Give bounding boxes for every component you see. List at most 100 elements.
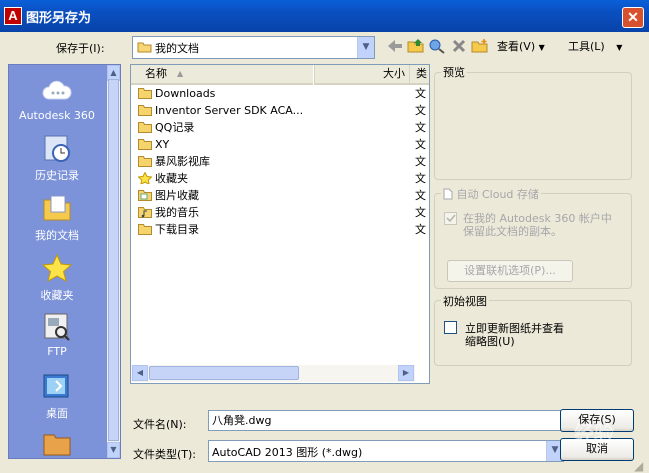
places-scrollbar[interactable]: ▲ ▼	[107, 65, 120, 458]
chevron-down-icon[interactable]: ▼	[357, 37, 374, 58]
file-type: 文	[415, 138, 426, 151]
place-favorites[interactable]: 收藏夹	[9, 251, 105, 303]
places-sidebar: Autodesk 360 历史记录 我的文档 收藏夹 FTP 桌面 ▲ ▼	[8, 64, 121, 459]
update-thumbnail-checkbox[interactable]	[444, 321, 457, 334]
search-web-icon	[429, 39, 445, 54]
file-name: 暴风影视库	[155, 155, 210, 168]
file-row[interactable]: Inventor Server SDK ACA... 文	[131, 102, 426, 119]
save-in-combo[interactable]: 我的文档 ▼	[132, 36, 375, 59]
folder-icon	[138, 224, 152, 235]
horizontal-scrollbar[interactable]: ◀ ▶	[131, 365, 415, 382]
cloud-line-2: 保留此文档的副本。	[463, 225, 562, 238]
cloud-icon	[42, 80, 72, 100]
file-row[interactable]: 收藏夹 文	[131, 170, 426, 187]
filetype-select[interactable]: AutoCAD 2013 图形 (*.dwg) ▼	[208, 440, 564, 462]
file-name: XY	[155, 138, 170, 151]
close-button[interactable]: ✕	[622, 7, 644, 28]
up-folder-icon	[407, 39, 424, 53]
folder-icon	[138, 105, 152, 116]
window-title: 图形另存为	[26, 11, 92, 26]
file-name: 收藏夹	[155, 172, 188, 185]
column-header-size[interactable]: 大小	[314, 65, 409, 85]
folder-icon	[138, 156, 152, 167]
up-one-level-button[interactable]	[406, 36, 426, 56]
initial-view-title: 初始视图	[441, 293, 489, 309]
place-history[interactable]: 历史记录	[9, 131, 105, 183]
delete-button[interactable]	[449, 36, 469, 56]
column-type-label: 类	[416, 67, 427, 80]
file-name: 下载目录	[155, 223, 199, 236]
filename-label: 文件名(N):	[133, 418, 187, 431]
views-label: 查看(V)	[497, 40, 536, 53]
scroll-left-icon[interactable]: ◀	[132, 365, 148, 381]
initial-view-line-2: 缩略图(U)	[465, 335, 515, 348]
places-scroll-thumb[interactable]	[108, 79, 119, 441]
search-web-button[interactable]	[427, 36, 447, 56]
place-label: 历史记录	[35, 169, 79, 182]
file-type: 文	[415, 172, 426, 185]
save-in-label: 保存于(I):	[56, 42, 105, 55]
place-label: Autodesk 360	[19, 109, 95, 122]
file-row[interactable]: XY 文	[131, 136, 426, 153]
place-autodesk-360[interactable]: Autodesk 360	[9, 73, 105, 122]
file-row[interactable]: QQ记录 文	[131, 119, 426, 136]
document-icon	[443, 188, 453, 200]
file-row[interactable]: 图片收藏 文	[131, 187, 426, 204]
checkmark-icon	[446, 214, 456, 223]
scroll-right-icon[interactable]: ▶	[398, 365, 414, 381]
filetype-value: AutoCAD 2013 图形 (*.dwg)	[212, 446, 363, 459]
file-type: 文	[415, 104, 426, 117]
history-icon	[44, 135, 70, 162]
place-extra-folder[interactable]	[9, 427, 105, 458]
music-folder-icon	[138, 207, 152, 218]
cloud-storage-title-text: 自动 Cloud 存储	[456, 188, 539, 201]
place-ftp[interactable]: FTP	[9, 309, 105, 358]
file-type: 文	[415, 206, 426, 219]
file-type: 文	[415, 223, 426, 236]
file-name: Downloads	[155, 87, 216, 100]
place-my-documents[interactable]: 我的文档	[9, 191, 105, 243]
views-menu[interactable]: 查看(V) ▼	[497, 38, 545, 54]
folder-icon	[138, 88, 152, 99]
title-bar[interactable]: A 图形另存为 ✕	[0, 0, 649, 32]
place-desktop[interactable]: 桌面	[9, 369, 105, 421]
views-dropdown-icon: ▼	[538, 43, 545, 52]
column-header-type[interactable]: 类	[409, 65, 429, 85]
back-button[interactable]	[385, 36, 405, 56]
delete-x-icon	[452, 39, 466, 53]
file-row[interactable]: 暴风影视库 文	[131, 153, 426, 170]
folder-icon	[137, 42, 152, 53]
new-folder-button[interactable]	[470, 36, 490, 56]
file-row[interactable]: 下载目录 文	[131, 221, 426, 238]
column-size-label: 大小	[383, 67, 405, 80]
folder-icon	[138, 139, 152, 150]
preview-title: 预览	[441, 64, 467, 80]
folder-icon	[138, 122, 152, 133]
online-options-button[interactable]: 设置联机选项(P)...	[447, 260, 573, 282]
desktop-icon	[43, 374, 69, 398]
ftp-icon	[44, 313, 70, 341]
cloud-keep-copy-checkbox[interactable]	[444, 212, 457, 225]
my-documents-icon	[43, 195, 71, 221]
file-list[interactable]: 名称 ▲ 大小 类 Downloads 文 Inventor Server SDK …	[130, 64, 430, 384]
file-type: 文	[415, 87, 426, 100]
file-row[interactable]: 我的音乐 文	[131, 204, 426, 221]
horizontal-scroll-thumb[interactable]	[149, 366, 299, 380]
tools-dropdown-icon: ▼	[616, 43, 623, 52]
file-row[interactable]: Downloads 文	[131, 85, 426, 102]
tools-menu[interactable]: 工具(L) ▼	[568, 38, 622, 54]
column-header-name[interactable]: 名称 ▲	[131, 65, 313, 85]
place-label: FTP	[47, 345, 67, 358]
cloud-storage-group: 自动 Cloud 存储 在我的 Autodesk 360 帐户中 保留此文档的副…	[434, 186, 632, 289]
file-name: 我的音乐	[155, 206, 199, 219]
column-name-label: 名称	[145, 67, 167, 80]
tools-label: 工具(L)	[568, 40, 605, 53]
file-name: QQ记录	[155, 121, 195, 134]
scroll-down-icon[interactable]: ▼	[107, 442, 120, 458]
file-type: 文	[415, 155, 426, 168]
favorites-star-icon	[42, 253, 72, 283]
filename-input[interactable]: 八角凳.dwg	[208, 410, 562, 431]
resize-grip-icon[interactable]: ◢	[634, 459, 643, 473]
autocad-app-icon: A	[4, 7, 22, 25]
place-label: 收藏夹	[40, 289, 74, 302]
